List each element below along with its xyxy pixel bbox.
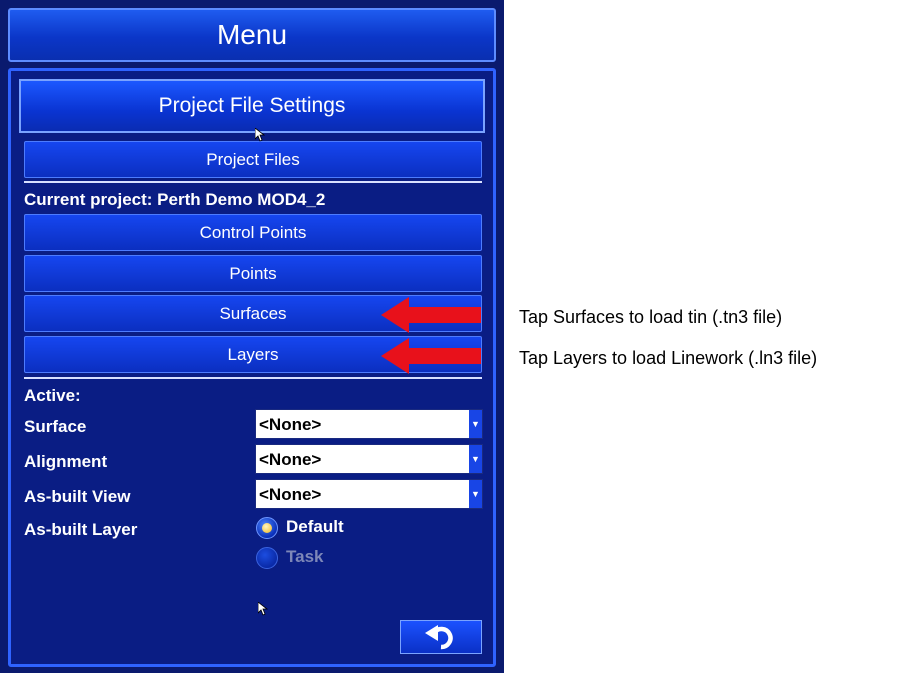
layers-annotation: Tap Layers to load Linework (.ln3 file) bbox=[519, 348, 818, 368]
radio-task-label: Task bbox=[286, 547, 324, 566]
asbuilt-layer-label: As-built Layer bbox=[24, 520, 138, 539]
control-points-button[interactable]: Control Points bbox=[24, 214, 482, 251]
radio-unselected-icon bbox=[256, 547, 278, 569]
mouse-pointer-icon bbox=[258, 602, 268, 616]
surface-dropdown-value: <None> bbox=[259, 415, 322, 434]
points-button[interactable]: Points bbox=[24, 255, 482, 292]
radio-default-label: Default bbox=[286, 517, 344, 536]
alignment-dropdown[interactable]: <None> ▼ bbox=[255, 444, 483, 474]
project-files-button[interactable]: Project Files bbox=[24, 141, 482, 178]
red-arrow-icon bbox=[381, 297, 481, 333]
surface-dropdown[interactable]: <None> ▼ bbox=[255, 409, 483, 439]
alignment-dropdown-value: <None> bbox=[259, 450, 322, 469]
device-screen: Menu Project File Settings Project Files… bbox=[0, 0, 504, 673]
mouse-pointer-icon bbox=[255, 128, 265, 142]
asbuilt-view-label: As-built View bbox=[24, 487, 131, 506]
asbuilt-view-dropdown[interactable]: <None> ▼ bbox=[255, 479, 483, 509]
project-file-settings-button[interactable]: Project File Settings bbox=[19, 79, 485, 133]
active-heading: Active: bbox=[24, 386, 81, 405]
surface-label: Surface bbox=[24, 417, 87, 436]
chevron-down-icon[interactable]: ▼ bbox=[469, 480, 482, 508]
divider bbox=[24, 377, 482, 379]
asbuilt-view-dropdown-value: <None> bbox=[259, 485, 322, 504]
current-project-text: Current project: Perth Demo MOD4_2 bbox=[24, 190, 326, 209]
back-button[interactable] bbox=[400, 620, 482, 654]
window-title: Menu bbox=[8, 8, 496, 62]
chevron-down-icon[interactable]: ▼ bbox=[469, 410, 482, 438]
undo-arrow-icon bbox=[425, 625, 453, 650]
chevron-down-icon[interactable]: ▼ bbox=[469, 445, 482, 473]
alignment-label: Alignment bbox=[24, 452, 108, 471]
divider bbox=[24, 181, 482, 183]
surfaces-annotation: Tap Surfaces to load tin (.tn3 file) bbox=[519, 307, 783, 327]
menu-panel: Project File Settings Project Files Curr… bbox=[8, 68, 496, 667]
red-arrow-icon bbox=[381, 338, 481, 374]
radio-selected-icon[interactable] bbox=[256, 517, 278, 539]
